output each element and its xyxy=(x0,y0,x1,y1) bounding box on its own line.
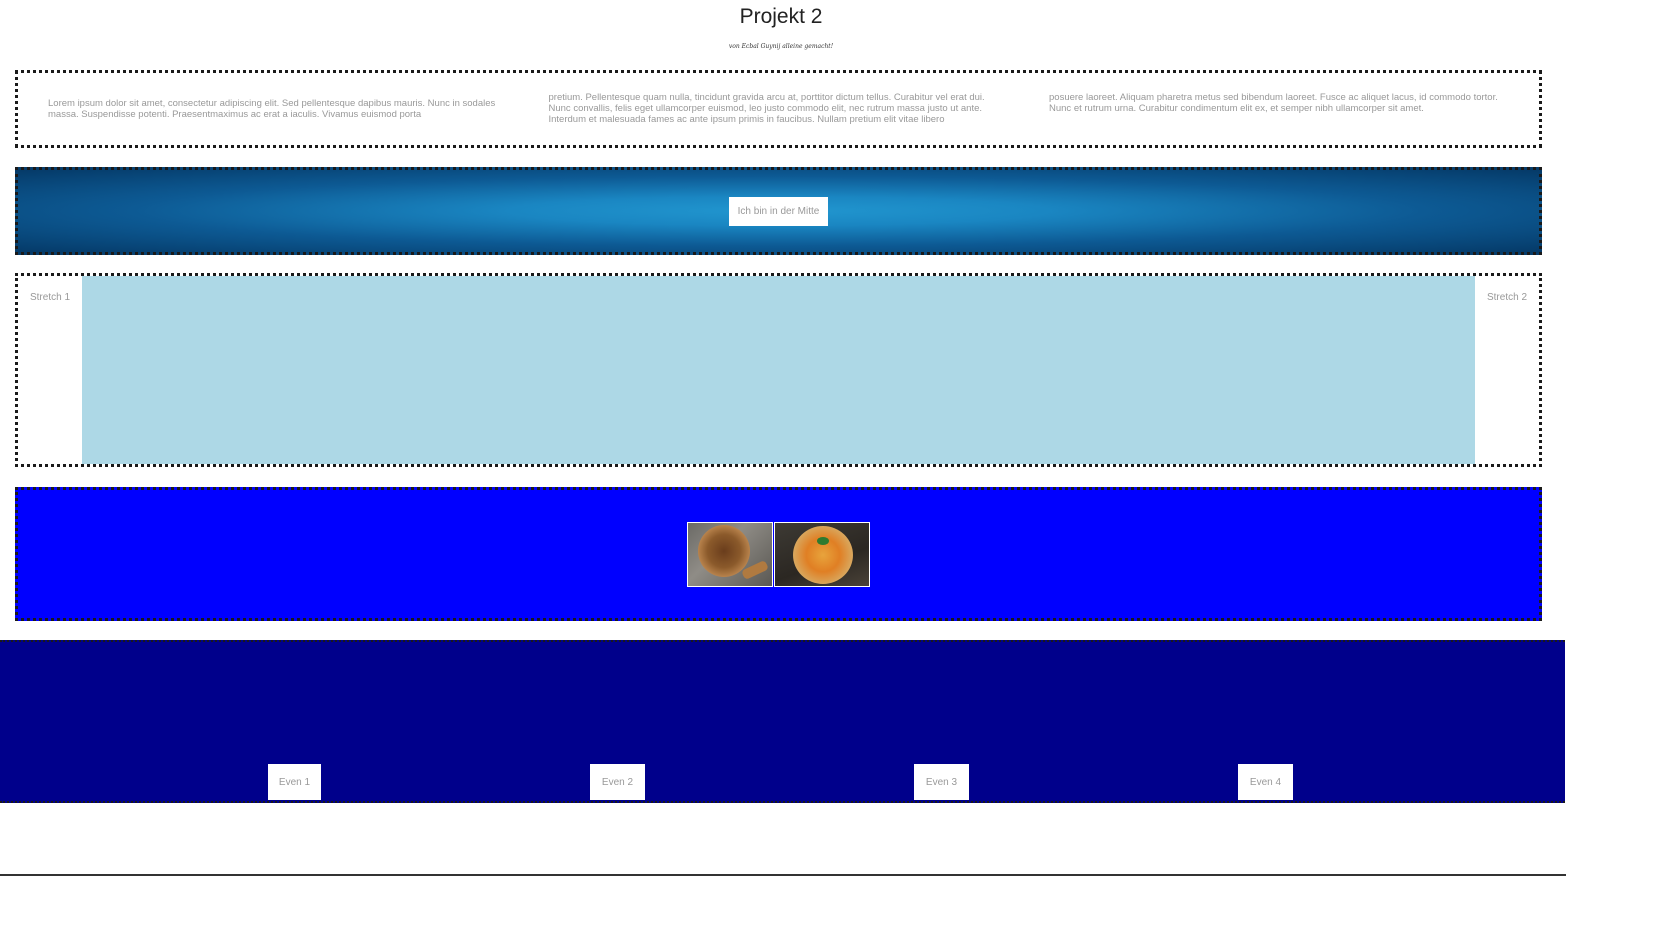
pizza-2-basil xyxy=(817,536,829,545)
page-subtitle: von Ecbal Guynij alleine gemacht! xyxy=(728,43,834,50)
text-column-1: Lorem ipsum dolor sit amet, consectetur … xyxy=(48,98,496,120)
stretch-fill-area xyxy=(82,276,1475,464)
text-column-2: pretium. Pellentesque quam nulla, tincid… xyxy=(548,92,985,125)
even-item-1: Even 1 xyxy=(268,764,321,800)
pizza-image-2 xyxy=(774,521,870,587)
stretch-section: Stretch 1 Stretch 2 xyxy=(15,273,1542,467)
pizza-image-1 xyxy=(687,521,773,587)
gradient-section: Ich bin in der Mitte xyxy=(15,167,1542,255)
stretch-item-1: Stretch 1 xyxy=(18,276,82,464)
center-box: Ich bin in der Mitte xyxy=(728,196,829,226)
even-item-4: Even 4 xyxy=(1238,764,1293,800)
bottom-divider xyxy=(0,874,1566,876)
page-title: Projekt 2 xyxy=(739,5,823,28)
text-column-3: posuere laoreet. Aliquam pharetra metus … xyxy=(1049,92,1498,114)
even-section: Even 1 Even 2 Even 3 Even 4 xyxy=(0,640,1565,803)
pizza-1-crust xyxy=(698,524,750,577)
even-item-2: Even 2 xyxy=(590,764,645,800)
text-columns-section: Lorem ipsum dolor sit amet, consectetur … xyxy=(15,70,1542,148)
image-section xyxy=(15,487,1542,621)
even-item-3: Even 3 xyxy=(914,764,969,800)
pizza-2-crust xyxy=(793,525,853,584)
stretch-item-2: Stretch 2 xyxy=(1475,276,1539,464)
page: Projekt 2 von Ecbal Guynij alleine gemac… xyxy=(0,0,1669,933)
